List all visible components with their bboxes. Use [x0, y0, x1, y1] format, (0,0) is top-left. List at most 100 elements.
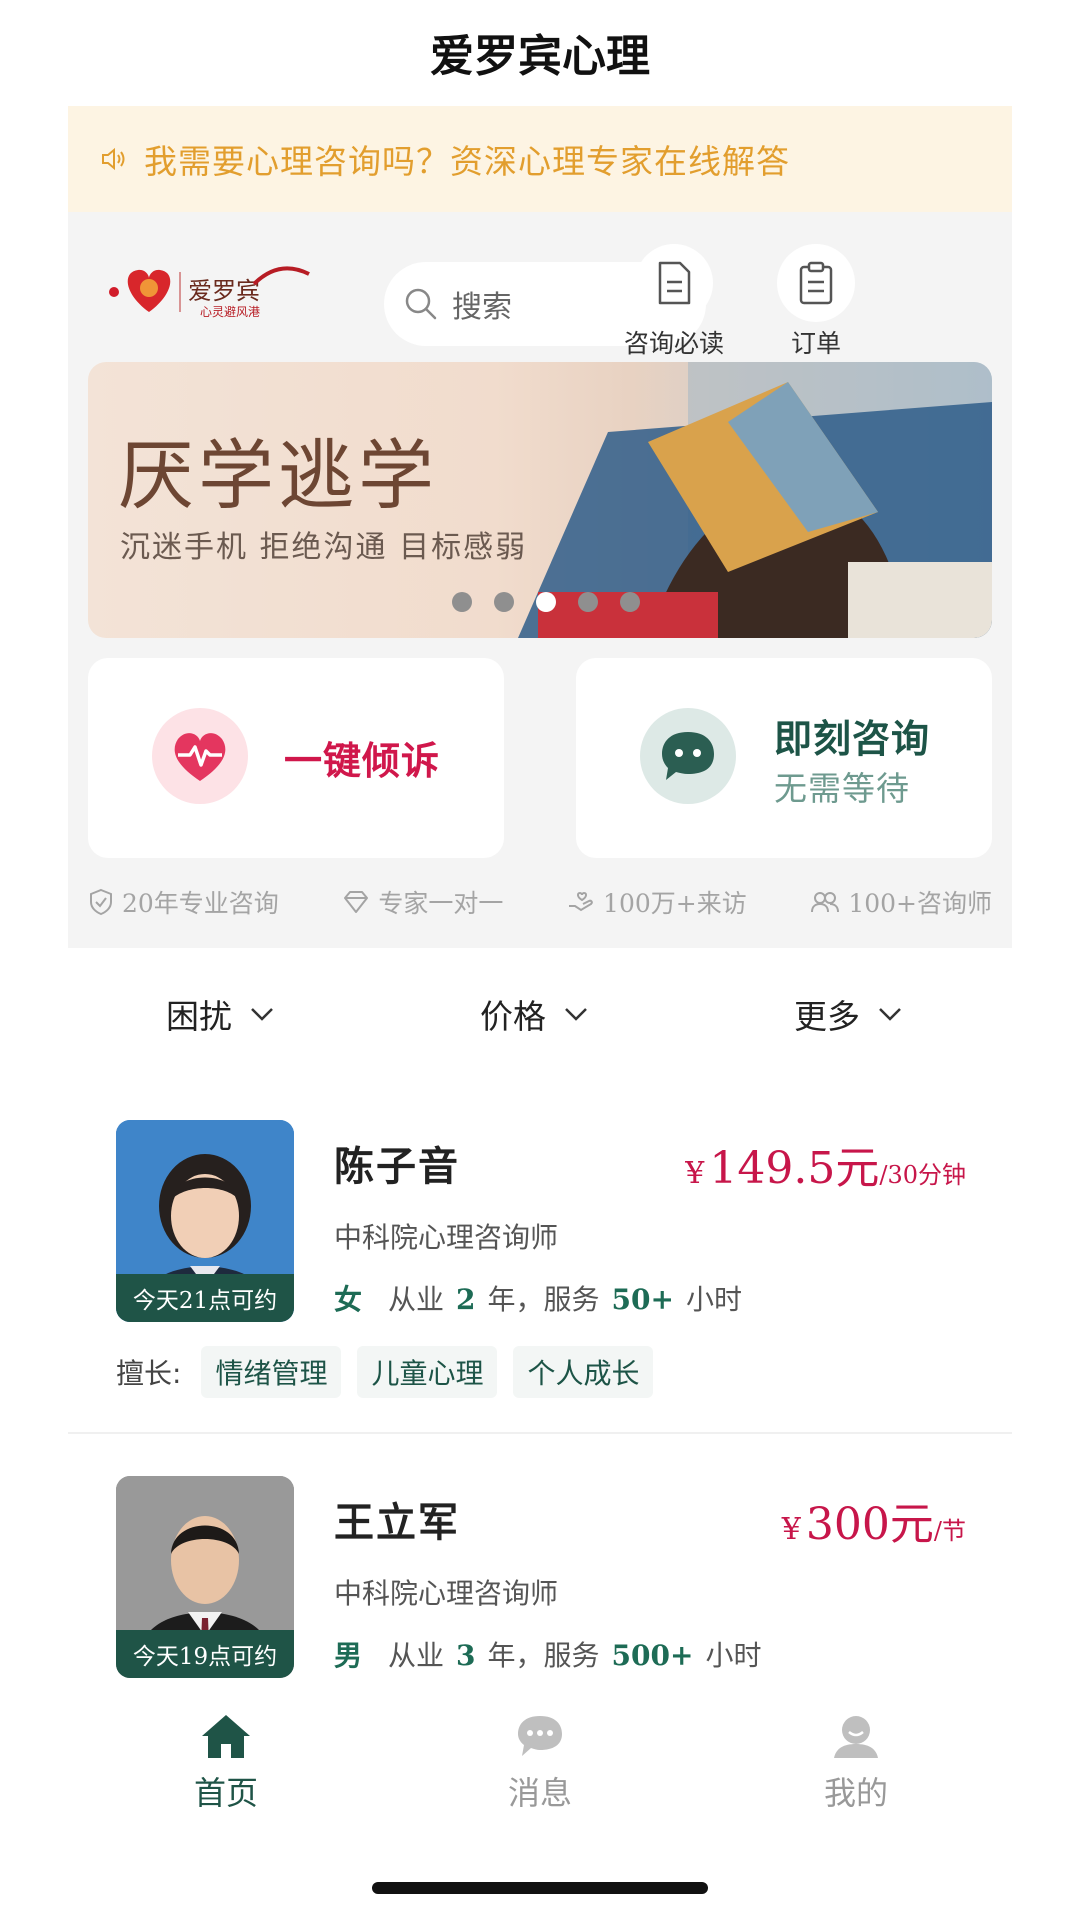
- availability-badge: 今天19点可约: [116, 1630, 294, 1678]
- years-suffix: 年，服务: [487, 1639, 600, 1672]
- banner-dot-active[interactable]: [536, 592, 556, 612]
- filter-more[interactable]: 更多: [794, 990, 902, 1038]
- search-icon: [405, 288, 437, 320]
- hand-heart-icon: [569, 891, 593, 912]
- years-value: 2: [456, 1283, 476, 1316]
- years-suffix: 年，服务: [487, 1283, 600, 1316]
- top-panel: 我需要心理咨询吗？资深心理专家在线解答 爱罗宾 心灵避风港 搜索 咨询必读 订单…: [68, 106, 1012, 948]
- divider: [68, 1432, 1012, 1434]
- promo-banner[interactable]: 厌学逃学 沉迷手机 拒绝沟通 目标感弱: [88, 362, 992, 638]
- clipboard-icon: [799, 261, 833, 305]
- banner-dot[interactable]: [494, 592, 514, 612]
- bottom-tab-bar: 首页 消息 我的: [0, 1700, 1080, 1830]
- avatar[interactable]: 今天21点可约: [116, 1120, 294, 1322]
- filter-bar: 困扰 价格 更多: [0, 990, 1080, 1050]
- feature-item: 20年专业咨询: [88, 884, 279, 920]
- counselor-info: 男 从业 3 年，服务 500+ 小时: [334, 1634, 761, 1674]
- hours-suffix: 小时: [685, 1283, 742, 1316]
- tab-label: 我的: [823, 1774, 888, 1812]
- consult-guide-button[interactable]: 咨询必读: [614, 244, 734, 360]
- price-amount: 300元: [805, 1499, 934, 1550]
- app-title: 爱罗宾心理: [430, 31, 650, 82]
- feature-label: 20年专业咨询: [122, 889, 279, 918]
- heart-logo[interactable]: 爱罗宾 心灵避风港: [104, 254, 314, 324]
- banner-dot[interactable]: [578, 592, 598, 612]
- specialty-tags: 擅长: 情绪管理 儿童心理 个人成长: [116, 1346, 654, 1398]
- consult-guide-label: 咨询必读: [623, 329, 724, 358]
- consult-now-card[interactable]: 即刻咨询 无需等待: [576, 658, 992, 858]
- filter-price[interactable]: 价格: [480, 990, 588, 1038]
- banner-dot[interactable]: [620, 592, 640, 612]
- banner-title: 厌学逃学: [118, 431, 438, 520]
- specialty-tag[interactable]: 儿童心理: [357, 1346, 498, 1398]
- home-indicator[interactable]: [372, 1882, 708, 1894]
- banner-dot[interactable]: [452, 592, 472, 612]
- specialty-tag[interactable]: 个人成长: [513, 1346, 654, 1398]
- price-unit: /30分钟: [879, 1161, 966, 1189]
- shield-icon: [90, 888, 112, 916]
- logo-text: 爱罗宾: [188, 277, 260, 305]
- feature-item: 专家一对一: [342, 884, 503, 920]
- filter-label: 更多: [794, 997, 860, 1036]
- hours-value: 50+: [611, 1283, 674, 1316]
- counselor-price: ¥ 149.5元/30分钟: [685, 1132, 966, 1196]
- tab-label: 消息: [507, 1774, 572, 1812]
- hours-suffix: 小时: [705, 1639, 762, 1672]
- logo-graphic: 爱罗宾 心灵避风港: [109, 266, 310, 319]
- users-icon: [811, 892, 840, 913]
- feature-item: 100万+来访: [567, 884, 747, 920]
- tab-messages[interactable]: 消息: [470, 1712, 610, 1814]
- years-prefix: 从业: [388, 1639, 445, 1672]
- gender: 男: [334, 1639, 363, 1672]
- consult-now-label: 即刻咨询: [774, 717, 931, 761]
- gender: 女: [334, 1283, 363, 1316]
- chevron-down-icon: [879, 1008, 901, 1021]
- counselor-info: 女 从业 2 年，服务 50+ 小时: [334, 1278, 742, 1318]
- counselor-title: 中科院心理咨询师: [334, 1577, 559, 1610]
- orders-label: 订单: [790, 329, 841, 358]
- price-unit: /节: [933, 1517, 966, 1545]
- feature-label: 100万+来访: [603, 889, 747, 918]
- confide-label: 一键倾诉: [284, 739, 441, 783]
- profile-icon: [834, 1716, 878, 1758]
- banner-subtitle: 沉迷手机 拒绝沟通 目标感弱: [120, 530, 528, 565]
- availability-badge: 今天21点可约: [116, 1274, 294, 1322]
- tab-label: 首页: [193, 1774, 258, 1812]
- tab-home[interactable]: 首页: [156, 1712, 296, 1814]
- banner-pagination: [452, 592, 640, 612]
- logo-subtitle: 心灵避风港: [200, 305, 260, 319]
- feature-label: 100+咨询师: [848, 889, 992, 918]
- filter-concern[interactable]: 困扰: [166, 990, 274, 1038]
- diamond-icon: [344, 891, 369, 913]
- speaker-icon: [102, 147, 125, 171]
- counselor-name: 陈子音: [334, 1144, 460, 1190]
- chevron-down-icon: [565, 1008, 587, 1021]
- orders-button[interactable]: 订单: [756, 244, 876, 360]
- search-placeholder: 搜索: [452, 290, 512, 325]
- header-bar: 爱罗宾 心灵避风港 搜索 咨询必读 订单: [68, 224, 1012, 358]
- tab-profile[interactable]: 我的: [786, 1712, 926, 1814]
- counselor-card[interactable]: 今天19点可约 王立军 ¥ 300元/节 中科院心理咨询师 男 从业 3 年，服…: [68, 1476, 1012, 1686]
- chat-bubble-icon: [662, 732, 714, 780]
- chevron-down-icon: [251, 1008, 273, 1021]
- price-currency: ¥: [685, 1156, 705, 1191]
- confide-card[interactable]: 一键倾诉: [88, 658, 504, 858]
- counselor-title: 中科院心理咨询师: [334, 1221, 559, 1254]
- counselor-name: 王立军: [334, 1500, 460, 1546]
- filter-label: 价格: [480, 997, 546, 1036]
- notice-bar[interactable]: 我需要心理咨询吗？资深心理专家在线解答: [68, 106, 1012, 212]
- message-icon: [518, 1716, 562, 1756]
- home-icon: [202, 1715, 250, 1758]
- counselor-price: ¥ 300元/节: [782, 1488, 966, 1552]
- specialty-tag[interactable]: 情绪管理: [201, 1346, 342, 1398]
- years-prefix: 从业: [388, 1283, 445, 1316]
- hours-value: 500+: [611, 1639, 694, 1672]
- price-amount: 149.5元: [709, 1143, 880, 1194]
- heart-pulse-icon: [174, 733, 226, 781]
- years-value: 3: [456, 1639, 476, 1672]
- avatar[interactable]: 今天19点可约: [116, 1476, 294, 1678]
- feature-label: 专家一对一: [378, 889, 504, 918]
- feature-strip: 20年专业咨询 专家一对一 100万+来访 100+咨询师: [88, 884, 992, 920]
- counselor-card[interactable]: 今天21点可约 陈子音 ¥ 149.5元/30分钟 中科院心理咨询师 女 从业 …: [68, 1120, 1012, 1400]
- consult-now-sublabel: 无需等待: [774, 769, 910, 808]
